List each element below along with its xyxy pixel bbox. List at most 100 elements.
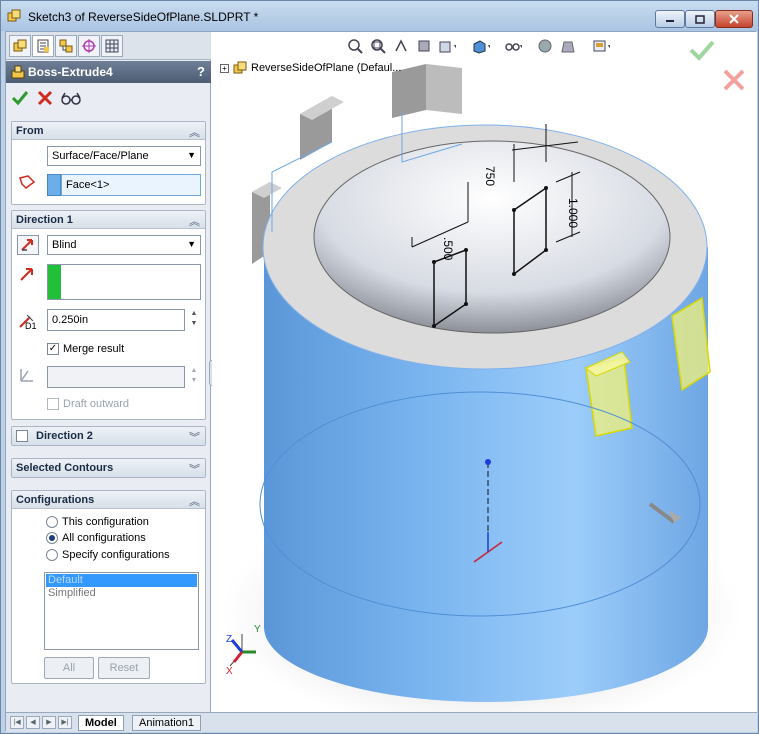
- configuration-list: Default Simplified: [44, 572, 199, 650]
- from-face-field[interactable]: Face<1>: [61, 174, 201, 196]
- depth-input[interactable]: 0.250in: [47, 309, 185, 331]
- feature-header: Boss-Extrude4 ?: [6, 61, 211, 83]
- dimension-500[interactable]: .500: [441, 237, 455, 261]
- bottom-tab-bar: |◀ ◀ ▶ ▶| Model Animation1: [6, 712, 757, 732]
- direction-color-swatch: [48, 265, 61, 299]
- confirm-ok-icon[interactable]: [688, 38, 716, 62]
- depth-label: D1: [25, 321, 37, 331]
- rim-tab: [426, 64, 462, 114]
- crosshair-icon: [82, 39, 96, 53]
- apply-scene-button[interactable]: [559, 37, 577, 55]
- hide-show-items-button[interactable]: [504, 37, 522, 55]
- manager-tabs: [6, 32, 211, 60]
- direction2-group-header[interactable]: Direction 2 ︾: [12, 427, 205, 445]
- minimize-button[interactable]: [655, 10, 685, 28]
- collapse-chevron-icon[interactable]: ︽: [189, 493, 200, 509]
- expand-chevron-icon[interactable]: ︾: [189, 429, 200, 445]
- radio-specify-configurations[interactable]: [46, 549, 58, 561]
- selection-color-swatch: [47, 174, 61, 196]
- tree-expand-icon[interactable]: +: [220, 63, 229, 73]
- tab-display-manager[interactable]: [101, 35, 123, 57]
- from-group-header[interactable]: From ︽: [12, 122, 205, 140]
- previous-view-button[interactable]: [392, 37, 410, 55]
- display-grid-icon: [105, 39, 119, 53]
- hide-show-glasses-icon: [505, 43, 522, 51]
- title-bar[interactable]: Sketch3 of ReverseSideOfPlane.SLDPRT *: [1, 1, 758, 31]
- view-settings-icon: [593, 40, 610, 52]
- dimension-750[interactable]: 750: [483, 166, 497, 186]
- graphics-area[interactable]: .500 750 1.000 Y Z X + ReverseSideOfPlan…: [212, 32, 757, 712]
- tab-feature-manager[interactable]: [9, 35, 31, 57]
- property-manager-panel: Boss-Extrude4 ? From ︽ Surface/Face/Plan…: [6, 32, 211, 712]
- triad-x-label: X: [226, 666, 233, 677]
- solidworks-window: Sketch3 of ReverseSideOfPlane.SLDPRT * B…: [0, 0, 759, 734]
- radio-all-configurations[interactable]: [46, 532, 58, 544]
- feature-tree-root[interactable]: + ReverseSideOfPlane (Defaul...: [220, 60, 401, 76]
- direction1-group-title: Direction 1: [16, 214, 73, 226]
- view-settings-button[interactable]: [592, 37, 610, 55]
- tab-configuration-manager[interactable]: [55, 35, 77, 57]
- previous-view-icon: [395, 39, 407, 52]
- zoom-to-fit-button[interactable]: [346, 37, 364, 55]
- ok-checkmark-icon[interactable]: [11, 89, 29, 107]
- next-tab-button[interactable]: ▶: [42, 716, 56, 729]
- tree-root-label: ReverseSideOfPlane (Defaul...: [251, 62, 402, 74]
- expand-chevron-icon[interactable]: ︾: [189, 461, 200, 477]
- dropdown-arrow-icon: ▼: [187, 150, 196, 160]
- direction2-group-title: Direction 2: [36, 430, 93, 442]
- collapse-chevron-icon[interactable]: ︽: [189, 213, 200, 229]
- first-tab-button[interactable]: |◀: [10, 716, 24, 729]
- zoom-area-button[interactable]: [369, 37, 387, 55]
- depth-spinner[interactable]: ▲ ▼: [188, 309, 200, 331]
- draft-outward-checkbox: [47, 398, 59, 410]
- help-button[interactable]: ?: [197, 64, 205, 79]
- from-type-value: Surface/Face/Plane: [52, 150, 149, 162]
- merge-result-label: Merge result: [63, 343, 125, 355]
- merge-result-checkbox[interactable]: ✓: [47, 343, 59, 355]
- list-item: Simplified: [48, 587, 96, 599]
- reverse-direction-button[interactable]: [17, 235, 39, 255]
- tab-animation1[interactable]: Animation1: [132, 715, 202, 731]
- radio-this-configuration[interactable]: [46, 516, 58, 528]
- all-button: All: [44, 657, 94, 679]
- from-type-select[interactable]: Surface/Face/Plane ▼: [47, 146, 201, 166]
- draft-angle-spinner: ▲ ▼: [190, 367, 198, 384]
- view-orientation-button[interactable]: [438, 37, 456, 55]
- scene-icon: [561, 41, 575, 53]
- direction2-checkbox[interactable]: [16, 430, 28, 442]
- draft-angle-input: [47, 366, 185, 388]
- direction-reference-box[interactable]: [47, 264, 201, 300]
- close-button[interactable]: [715, 10, 753, 28]
- direction1-group-header[interactable]: Direction 1 ︽: [12, 211, 205, 229]
- edit-appearance-button[interactable]: [536, 37, 554, 55]
- section-view-button[interactable]: [415, 37, 433, 55]
- selected-contours-header[interactable]: Selected Contours ︾: [12, 459, 205, 477]
- last-tab-button[interactable]: ▶|: [58, 716, 72, 729]
- display-style-button[interactable]: [472, 37, 490, 55]
- boss-extrude-icon: [11, 65, 25, 79]
- tab-model[interactable]: Model: [78, 715, 124, 731]
- client-area: Boss-Extrude4 ? From ︽ Surface/Face/Plan…: [5, 31, 757, 732]
- preview-glasses-icon[interactable]: [60, 89, 82, 107]
- zoom-area-icon: [371, 39, 386, 54]
- collapse-chevron-icon[interactable]: ︽: [189, 124, 200, 140]
- tab-dimxpert-manager[interactable]: [78, 35, 100, 57]
- cancel-x-icon[interactable]: [36, 89, 54, 107]
- configurations-header[interactable]: Configurations ︽: [12, 491, 205, 509]
- model-viewport[interactable]: .500 750 1.000 Y Z X: [212, 32, 757, 712]
- prev-tab-button[interactable]: ◀: [26, 716, 40, 729]
- minimize-icon: [666, 20, 674, 22]
- tab-property-manager[interactable]: [32, 35, 54, 57]
- dimension-1000[interactable]: 1.000: [566, 198, 580, 228]
- dropdown-arrow-icon: ▼: [187, 239, 196, 249]
- list-item: Default: [46, 574, 197, 587]
- configuration-icon: [59, 39, 73, 53]
- property-sheet-icon: [37, 39, 49, 53]
- close-icon: [729, 14, 739, 24]
- maximize-button[interactable]: [685, 10, 715, 28]
- direction2-group[interactable]: Direction 2 ︾: [11, 426, 206, 446]
- selected-contours-group[interactable]: Selected Contours ︾: [11, 458, 206, 478]
- end-condition-select[interactable]: Blind ▼: [47, 235, 201, 255]
- confirm-cancel-icon[interactable]: [722, 68, 746, 92]
- from-group-title: From: [16, 125, 44, 137]
